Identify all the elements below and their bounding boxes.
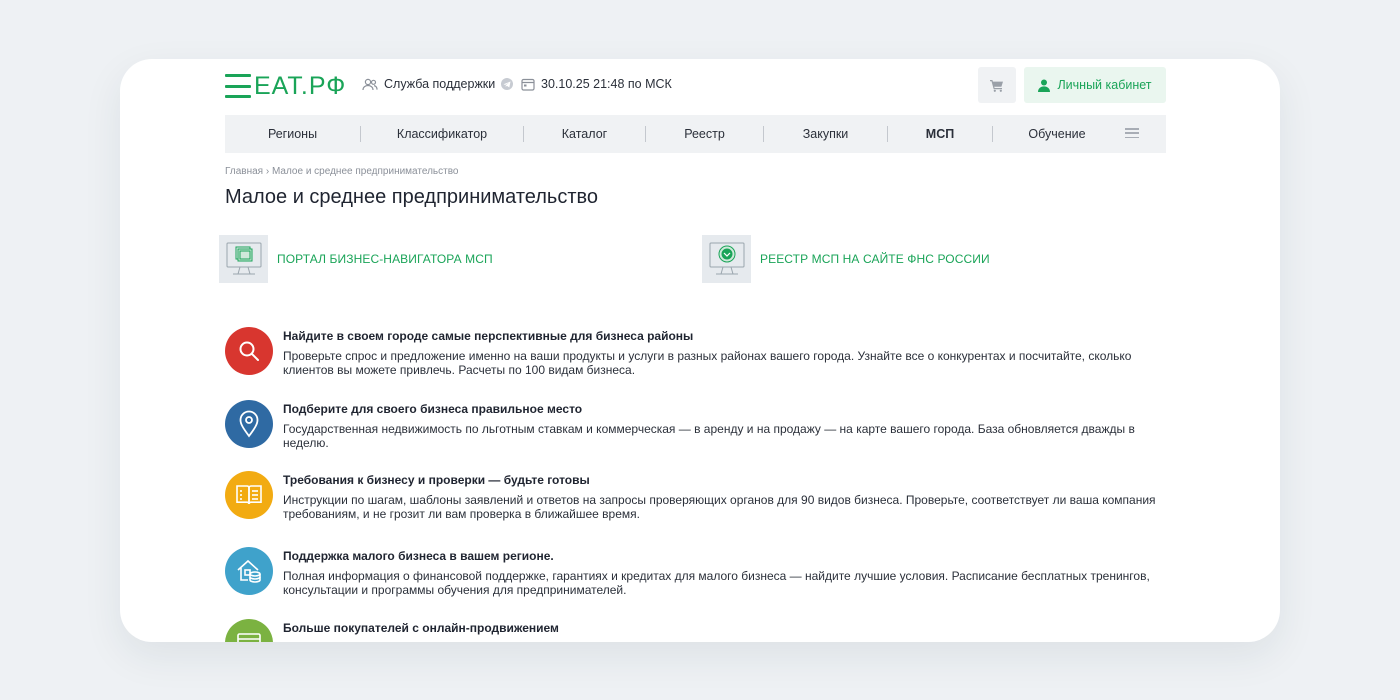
cart-icon <box>990 79 1004 92</box>
open-book-icon <box>225 471 273 519</box>
logo-bars-icon <box>225 74 251 98</box>
map-pin-icon <box>225 400 273 448</box>
feature-description: Полная информация о финансовой поддержке… <box>283 569 1150 597</box>
hamburger-menu-icon[interactable] <box>1125 128 1139 138</box>
datetime-display: 30.10.25 21:48 по МСК <box>521 77 672 91</box>
feature-title: Поддержка малого бизнеса в вашем регионе… <box>283 549 554 563</box>
nav-item-msp[interactable]: МСП <box>888 127 992 141</box>
user-icon <box>1038 79 1051 92</box>
support-label: Служба поддержки <box>384 77 496 91</box>
personal-account-label: Личный кабинет <box>1057 78 1152 92</box>
feature-description: Инструкции по шагам, шаблоны заявлений и… <box>283 493 1156 521</box>
feature-title: Требования к бизнесу и проверки — будьте… <box>283 473 590 487</box>
breadcrumb-home[interactable]: Главная <box>225 166 263 177</box>
portal-link-fns-registry[interactable]: РЕЕСТР МСП НА САЙТЕ ФНС РОССИИ <box>702 235 990 283</box>
nav-item-regions[interactable]: Регионы <box>225 127 360 141</box>
nav-item-catalog[interactable]: Каталог <box>524 127 645 141</box>
cart-button[interactable] <box>978 67 1016 103</box>
logo-text: ЕАТ.РФ <box>254 71 347 100</box>
page-title: Малое и среднее предпринимательство <box>225 186 599 208</box>
calendar-icon <box>521 78 535 91</box>
datetime-text: 30.10.25 21:48 по МСК <box>541 77 672 91</box>
telegram-icon[interactable] <box>501 78 514 90</box>
portal-link-business-navigator[interactable]: ПОРТАЛ БИЗНЕС-НАВИГАТОРА МСП <box>219 235 493 283</box>
nav-item-classifier[interactable]: Классификатор <box>361 127 523 141</box>
browser-window-icon <box>225 619 273 642</box>
page-card: ЕАТ.РФ Служба поддержки 30.10.25 21:48 п… <box>120 59 1280 642</box>
search-icon <box>225 327 273 375</box>
feature-description: Проверьте спрос и предложение именно на … <box>283 349 1132 377</box>
house-coins-icon <box>225 547 273 595</box>
feature-title: Найдите в своем городе самые перспективн… <box>283 329 694 343</box>
personal-account-button[interactable]: Личный кабинет <box>1024 67 1166 103</box>
support-link[interactable]: Служба поддержки <box>362 77 514 91</box>
users-icon <box>362 78 378 91</box>
site-logo[interactable]: ЕАТ.РФ <box>225 72 346 100</box>
monitor-layers-icon <box>219 235 268 283</box>
monitor-emblem-icon <box>702 235 751 283</box>
nav-item-registry[interactable]: Реестр <box>646 127 763 141</box>
feature-title: Подберите для своего бизнеса правильное … <box>283 402 583 416</box>
feature-description: Государственная недвижимость по льготным… <box>283 422 1135 450</box>
breadcrumb-current: Малое и среднее предпринимательство <box>271 166 459 177</box>
feature-title: Больше покупателей с онлайн-продвижением <box>283 621 559 635</box>
breadcrumb-separator: › <box>265 166 270 177</box>
content-container: ЕАТ.РФ Служба поддержки 30.10.25 21:48 п… <box>219 59 1166 642</box>
portal-link-label: ПОРТАЛ БИЗНЕС-НАВИГАТОРА МСП <box>277 252 493 266</box>
portal-link-label: РЕЕСТР МСП НА САЙТЕ ФНС РОССИИ <box>760 252 990 266</box>
nav-item-education[interactable]: Обучение <box>993 127 1121 141</box>
breadcrumb: Главная › Малое и среднее предпринимател… <box>225 166 458 177</box>
main-navigation: Регионы Классификатор Каталог Реестр Зак… <box>225 115 1166 153</box>
nav-item-procurement[interactable]: Закупки <box>764 127 887 141</box>
